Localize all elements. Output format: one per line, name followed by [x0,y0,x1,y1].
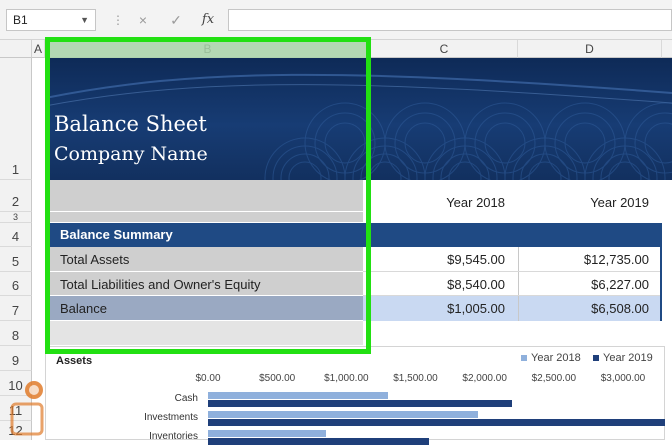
year-2019-header[interactable]: Year 2019 [518,195,649,210]
x-tick-label: $3,000.00 [600,373,646,384]
bar-inventories-2019[interactable] [208,438,430,445]
total-liabilities-2019[interactable]: $6,227.00 [518,277,649,292]
name-box[interactable]: B1 ▼ [6,9,96,31]
select-all-corner[interactable] [0,40,32,58]
row-header-3[interactable]: 3 [0,212,32,223]
total-assets-2018[interactable]: $9,545.00 [371,252,505,267]
x-tick-label: $1,500.00 [393,373,438,384]
row-header-5[interactable]: 5 [0,247,32,272]
balance-2019[interactable]: $6,508.00 [518,301,649,316]
row-header-7[interactable]: 7 [0,296,32,321]
bar-inventories-2018[interactable] [208,430,326,437]
selection-border [45,37,371,354]
total-liabilities-2018[interactable]: $8,540.00 [371,277,505,292]
enter-icon[interactable]: ✓ [166,11,186,29]
chart-title: Assets [56,355,93,367]
row-header-1[interactable]: 1 [0,58,32,180]
category-label: Investments [144,412,198,423]
table-border [660,247,662,321]
row-header-4[interactable]: 4 [0,223,32,247]
cancel-icon[interactable]: × [133,11,153,29]
legend-2018: Year 2018 [521,352,581,364]
row-header-8[interactable]: 8 [0,321,32,346]
column-header-c[interactable]: C [371,40,518,58]
year-2018-header[interactable]: Year 2018 [371,195,505,210]
legend-swatch-2018 [521,355,527,362]
formula-input[interactable] [228,9,672,31]
row-header-6[interactable]: 6 [0,272,32,296]
column-header-e[interactable] [662,40,672,58]
chevron-down-icon[interactable]: ▼ [80,10,89,30]
bar-cash-2019[interactable] [208,400,513,407]
bar-cash-2018[interactable] [208,392,388,399]
x-tick-label: $0.00 [195,373,221,384]
legend-2019: Year 2019 [593,352,653,364]
category-label: Inventories [149,431,198,442]
x-tick-label: $2,500.00 [531,373,577,384]
grid-line [363,295,660,296]
bar-investments-2018[interactable] [208,411,478,418]
watermark-logo [10,381,44,436]
grid-line [363,271,660,272]
insert-function-icon[interactable]: fx [198,11,218,29]
grid-line [518,247,519,321]
more-options-icon: ⋮ [112,13,124,27]
x-tick-label: $500.00 [259,373,296,384]
column-header-a[interactable]: A [32,40,45,58]
x-tick-label: $2,000.00 [462,373,507,384]
bar-investments-2019[interactable] [208,419,665,426]
name-box-value: B1 [13,13,28,27]
total-assets-2019[interactable]: $12,735.00 [518,252,649,267]
row-header-2[interactable]: 2 [0,180,32,212]
row-header-9[interactable]: 9 [0,346,32,371]
legend-swatch-2019 [593,355,599,362]
category-label: Cash [174,393,198,404]
column-header-d[interactable]: D [518,40,662,58]
balance-2018[interactable]: $1,005.00 [371,301,505,316]
x-tick-label: $1,000.00 [324,373,369,384]
